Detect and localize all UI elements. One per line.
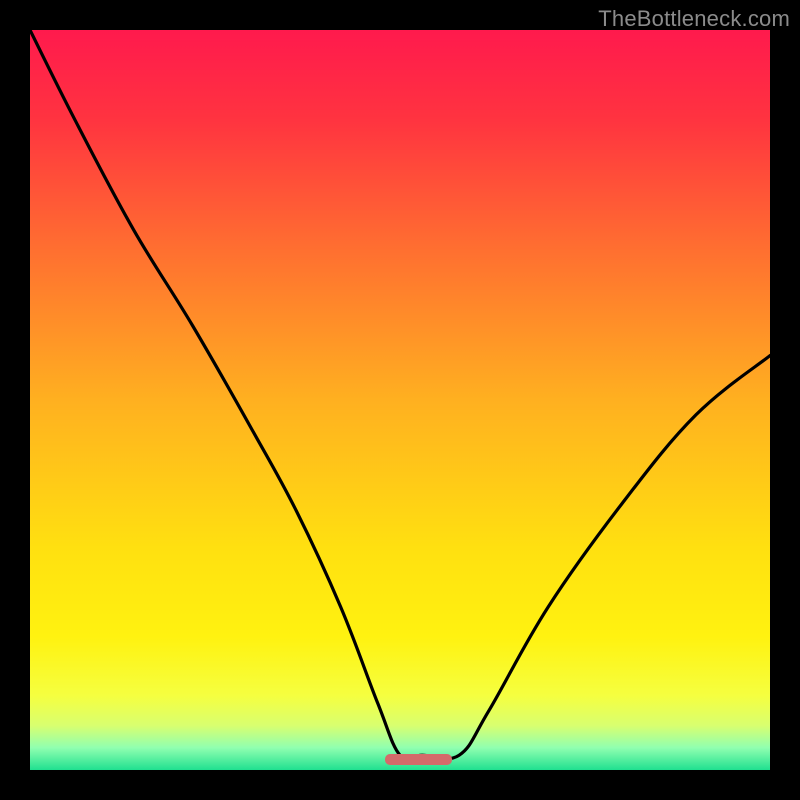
watermark-text: TheBottleneck.com bbox=[598, 6, 790, 32]
plot-area bbox=[30, 30, 770, 770]
bottleneck-curve bbox=[30, 30, 770, 770]
chart-frame: TheBottleneck.com bbox=[0, 0, 800, 800]
optimal-range-marker bbox=[385, 754, 452, 765]
